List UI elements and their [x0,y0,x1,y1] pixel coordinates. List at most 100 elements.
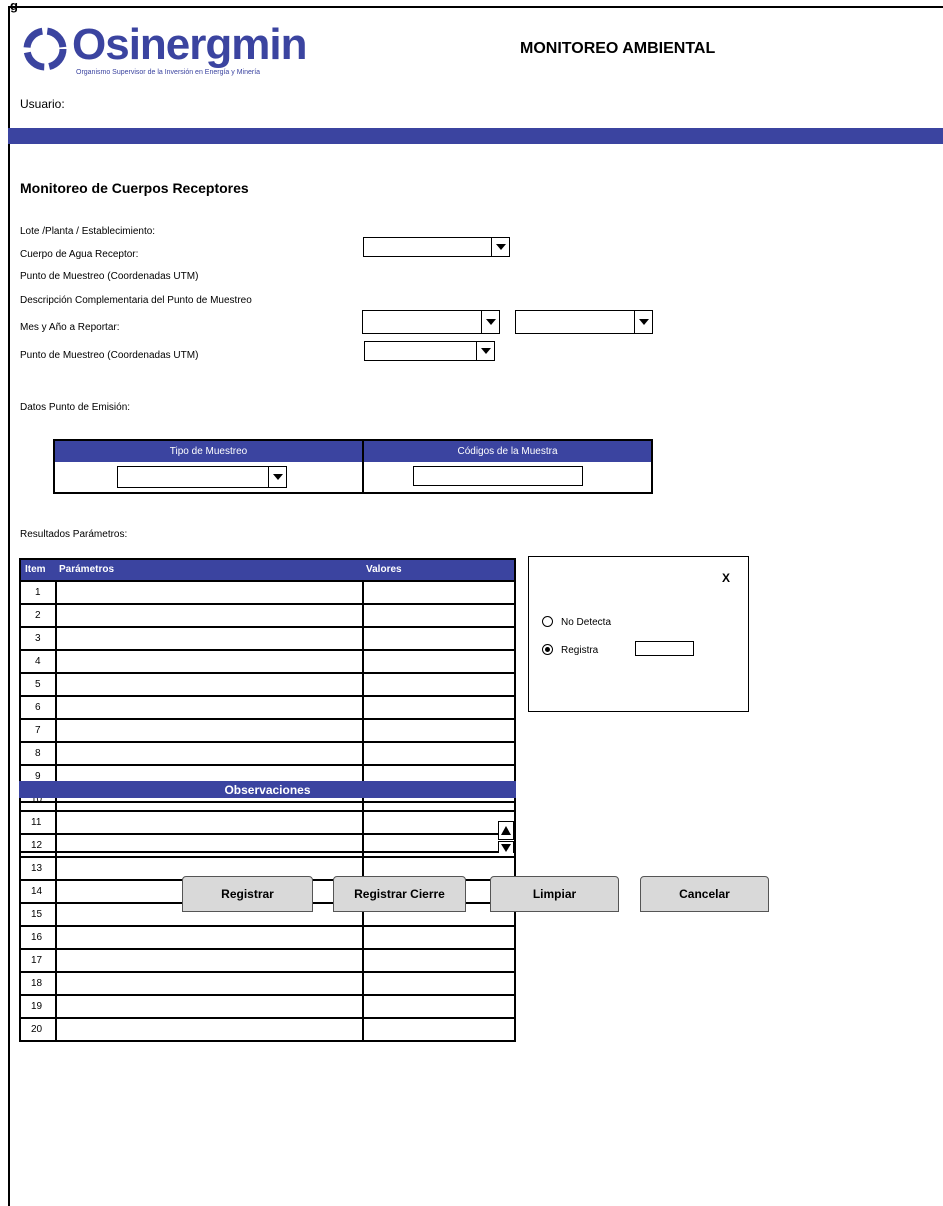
row-item-number: 3 [35,633,41,644]
row-item-number: 1 [35,587,41,598]
table-row: 4 [21,649,514,672]
row-item-number: 8 [35,748,41,759]
table-row: 19 [21,994,514,1017]
valor-cell[interactable] [364,651,514,672]
parametro-cell[interactable] [57,927,362,948]
table-row: 7 [21,718,514,741]
observaciones-textarea[interactable] [19,801,516,853]
muestreo-table: Tipo de Muestreo Códigos de la Muestra [53,439,653,494]
row-item-number: 16 [31,932,43,943]
table-row: 6 [21,695,514,718]
scroll-up-icon[interactable] [498,821,514,840]
parametro-cell[interactable] [57,1019,362,1040]
label-lote: Lote /Planta / Establecimiento: [20,226,156,237]
user-label: Usuario: [20,97,65,111]
observaciones-header: Observaciones [19,781,516,798]
table-row: 18 [21,971,514,994]
table-row: 1 [21,580,514,603]
registrar-cierre-button[interactable]: Registrar Cierre [333,876,466,912]
logo-ring-icon [23,27,67,71]
valor-cell[interactable] [364,628,514,649]
codigo-muestra-input[interactable] [413,466,583,486]
valor-cell[interactable] [364,743,514,764]
valor-cell[interactable] [364,973,514,994]
close-icon[interactable]: X [722,571,730,585]
registrar-button[interactable]: Registrar [182,876,313,912]
section-title: Monitoreo de Cuerpos Receptores [20,180,249,196]
parametro-cell[interactable] [57,651,362,672]
row-item-number: 7 [35,725,41,736]
table-row: 3 [21,626,514,649]
header-valores: Valores [366,564,402,575]
label-no-detecta: No Detecta [561,617,612,628]
header-parametros: Parámetros [59,564,115,575]
valor-cell[interactable] [364,1019,514,1040]
label-registra: Registra [561,645,599,656]
parametro-cell[interactable] [57,605,362,626]
tipo-muestreo-select[interactable] [117,466,287,488]
chevron-down-icon[interactable] [491,238,509,256]
parametros-table: Item Parámetros Valores 1 2 3 4 5 6 7 8 9 10 11 12 1… [19,558,516,1042]
row-item-number: 13 [31,863,43,874]
logo-name: Osinergmin [72,20,307,69]
limpiar-button[interactable]: Limpiar [490,876,619,912]
cuerpo-agua-select[interactable] [363,237,510,257]
chevron-down-icon[interactable] [476,342,494,360]
radio-no-detecta[interactable] [542,616,553,627]
row-item-number: 14 [31,886,43,897]
table-row: 17 [21,948,514,971]
table-row: 5 [21,672,514,695]
chevron-down-icon[interactable] [634,311,652,333]
header-item: Item [25,564,46,575]
punto-utm-select[interactable] [364,341,495,361]
row-item-number: 5 [35,679,41,690]
valor-cell[interactable] [364,927,514,948]
valor-cell[interactable] [364,605,514,626]
valor-cell[interactable] [364,674,514,695]
table-row: 16 [21,925,514,948]
parametro-cell[interactable] [57,996,362,1017]
valor-cell[interactable] [364,720,514,741]
valor-cell[interactable] [364,996,514,1017]
chevron-down-icon[interactable] [268,467,286,487]
row-item-number: 4 [35,656,41,667]
registra-value-input[interactable] [635,641,694,656]
label-resultados: Resultados Parámetros: [20,529,128,540]
scroll-down-icon[interactable] [498,841,514,853]
parametro-cell[interactable] [57,973,362,994]
valor-cell[interactable] [364,582,514,603]
chevron-down-icon[interactable] [481,311,499,333]
row-item-number: 19 [31,1001,43,1012]
row-item-number: 6 [35,702,41,713]
table-header: Item Parámetros Valores [21,560,514,580]
radio-registra[interactable] [542,644,553,655]
row-item-number: 2 [35,610,41,621]
parametro-cell[interactable] [57,674,362,695]
label-punto-utm: Punto de Muestreo (Coordenadas UTM) [20,271,199,282]
mes-select[interactable] [362,310,500,334]
label-datos-emision: Datos Punto de Emisión: [20,402,131,413]
label-cuerpo-agua: Cuerpo de Agua Receptor: [20,249,139,260]
parametro-cell[interactable] [57,743,362,764]
parametro-cell[interactable] [57,628,362,649]
table-row: 20 [21,1017,514,1040]
osinergmin-logo: Osinergmin Organismo Supervisor de la In… [20,22,340,80]
anio-select[interactable] [515,310,653,334]
header-bar [8,128,943,144]
logo-subtitle: Organismo Supervisor de la Inversión en … [76,69,261,76]
parametro-cell[interactable] [57,720,362,741]
parametro-cell[interactable] [57,697,362,718]
page-title: MONITOREO AMBIENTAL [520,40,716,57]
divider [362,441,364,492]
cancelar-button[interactable]: Cancelar [640,876,769,912]
parametro-cell[interactable] [57,950,362,971]
valor-cell[interactable] [364,950,514,971]
label-punto-utm-2: Punto de Muestreo (Coordenadas UTM) [20,350,199,361]
valor-popup: X No Detecta Registra [528,556,749,712]
row-item-number: 15 [31,909,43,920]
label-descripcion: Descripción Complementaria del Punto de … [20,295,252,306]
label-mes-anio: Mes y Año a Reportar: [20,322,120,333]
row-item-number: 18 [31,978,43,989]
parametro-cell[interactable] [57,582,362,603]
valor-cell[interactable] [364,697,514,718]
